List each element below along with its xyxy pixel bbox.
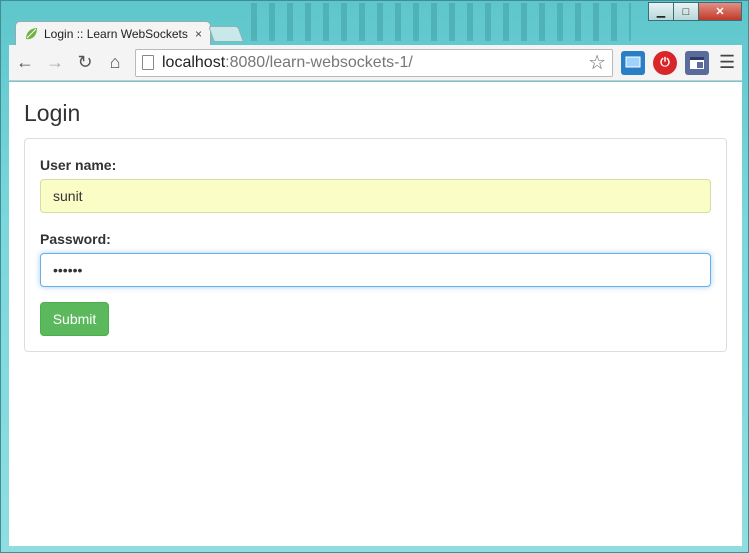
username-label: User name: bbox=[40, 157, 117, 173]
bookmark-star-icon[interactable]: ☆ bbox=[588, 50, 606, 75]
maximize-icon[interactable]: □ bbox=[673, 2, 699, 21]
url-path: :8080/learn-websockets-1/ bbox=[225, 53, 413, 71]
forward-icon[interactable]: → bbox=[41, 49, 69, 77]
back-icon[interactable]: ← bbox=[11, 49, 39, 77]
page-content: Login User name: Password: Submit bbox=[9, 82, 742, 546]
password-input[interactable] bbox=[40, 253, 711, 287]
browser-toolbar: ← → ↻ ⌂ localhost:8080/learn-websockets-… bbox=[9, 45, 742, 81]
password-label: Password: bbox=[40, 231, 111, 247]
new-tab-button[interactable] bbox=[208, 26, 244, 42]
tab-close-icon[interactable]: × bbox=[195, 27, 202, 41]
page-title: Login bbox=[24, 100, 81, 126]
extension-power-icon[interactable]: ⏻ bbox=[653, 50, 677, 75]
page-icon bbox=[142, 55, 154, 70]
close-icon[interactable]: ✕ bbox=[698, 2, 742, 21]
extension-window-icon[interactable] bbox=[685, 50, 709, 75]
submit-button[interactable]: Submit bbox=[40, 302, 109, 336]
username-input[interactable] bbox=[40, 179, 711, 213]
desktop-background bbox=[251, 3, 631, 41]
url-host: localhost bbox=[162, 53, 226, 71]
address-bar[interactable]: localhost:8080/learn-websockets-1/ ☆ bbox=[135, 48, 613, 77]
browser-tab[interactable]: Login :: Learn WebSockets × bbox=[15, 21, 211, 46]
minimize-icon[interactable]: ▁ bbox=[648, 2, 674, 21]
extension-screen-icon[interactable] bbox=[621, 50, 645, 75]
browser-window: ▁ □ ✕ Login :: Learn WebSockets × ← → ↻ … bbox=[0, 0, 749, 553]
reload-icon[interactable]: ↻ bbox=[71, 49, 99, 77]
spring-leaf-icon bbox=[26, 28, 37, 40]
tab-title: Login :: Learn WebSockets bbox=[44, 27, 188, 41]
window-controls: ▁ □ ✕ bbox=[648, 2, 742, 22]
login-form-panel: User name: Password: Submit bbox=[24, 138, 727, 352]
menu-icon[interactable]: ☰ bbox=[719, 52, 735, 73]
home-icon[interactable]: ⌂ bbox=[101, 49, 129, 77]
